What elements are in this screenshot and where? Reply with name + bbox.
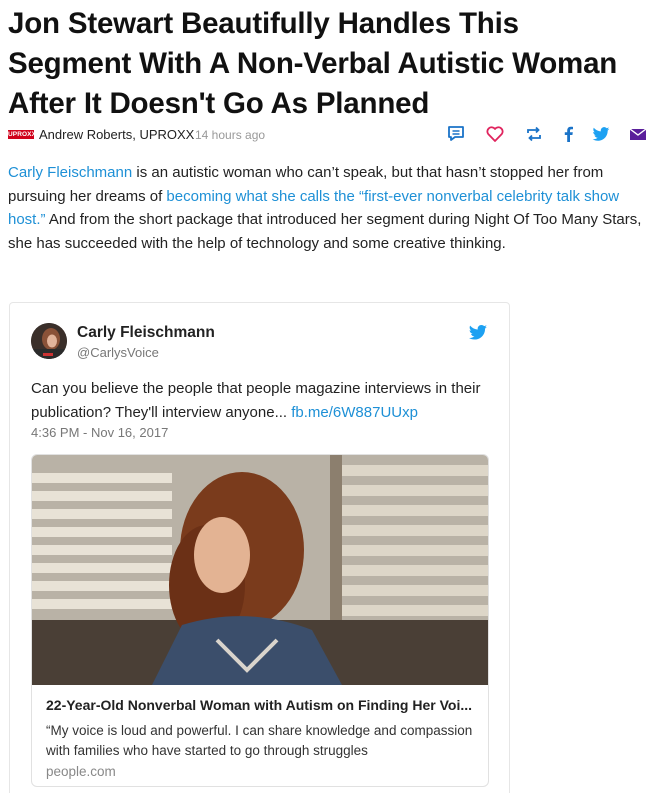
publisher-logo: UPROXX bbox=[8, 130, 37, 139]
card-photo bbox=[32, 455, 488, 685]
tweet-avatar[interactable] bbox=[31, 323, 67, 359]
publication-name[interactable]: UPROXX bbox=[139, 127, 194, 142]
twitter-icon[interactable] bbox=[591, 124, 611, 144]
tweet-author-name[interactable]: Carly Fleischmann bbox=[77, 324, 215, 342]
article-body: Carly Fleischmann is an autistic woman w… bbox=[8, 161, 644, 255]
twitter-bird-icon[interactable] bbox=[468, 324, 488, 347]
article-text-2: And from the short package that introduc… bbox=[8, 211, 642, 252]
retweet-icon[interactable] bbox=[524, 124, 544, 144]
article-headline: Jon Stewart Beautifully Handles This Seg… bbox=[8, 7, 618, 120]
card-body: 22-Year-Old Nonverbal Woman with Autism … bbox=[46, 695, 476, 779]
link-card[interactable]: 22-Year-Old Nonverbal Woman with Autism … bbox=[31, 454, 489, 787]
byline: UPROXX Andrew Roberts, UPROXX 14 hours a… bbox=[8, 124, 648, 146]
card-domain[interactable]: people.com bbox=[46, 764, 476, 779]
tweet-text: Can you believe the people that people m… bbox=[31, 377, 491, 424]
card-title[interactable]: 22-Year-Old Nonverbal Woman with Autism … bbox=[46, 695, 476, 715]
tweet-author-handle[interactable]: @CarlysVoice bbox=[77, 345, 159, 360]
email-icon[interactable] bbox=[628, 124, 648, 144]
author-name[interactable]: Andrew Roberts, bbox=[39, 127, 136, 142]
published-time: 14 hours ago bbox=[195, 128, 266, 142]
byline-author[interactable]: Andrew Roberts, UPROXX bbox=[39, 127, 194, 142]
facebook-icon[interactable] bbox=[559, 124, 579, 144]
heart-icon[interactable] bbox=[485, 124, 505, 144]
tweet-date[interactable]: 4:36 PM - Nov 16, 2017 bbox=[31, 425, 168, 440]
card-description: “My voice is loud and powerful. I can sh… bbox=[46, 723, 473, 758]
tweet-link[interactable]: fb.me/6W887UUxp bbox=[291, 404, 418, 421]
link-carly-fleischmann[interactable]: Carly Fleischmann bbox=[8, 164, 132, 181]
comment-icon[interactable] bbox=[446, 124, 466, 144]
